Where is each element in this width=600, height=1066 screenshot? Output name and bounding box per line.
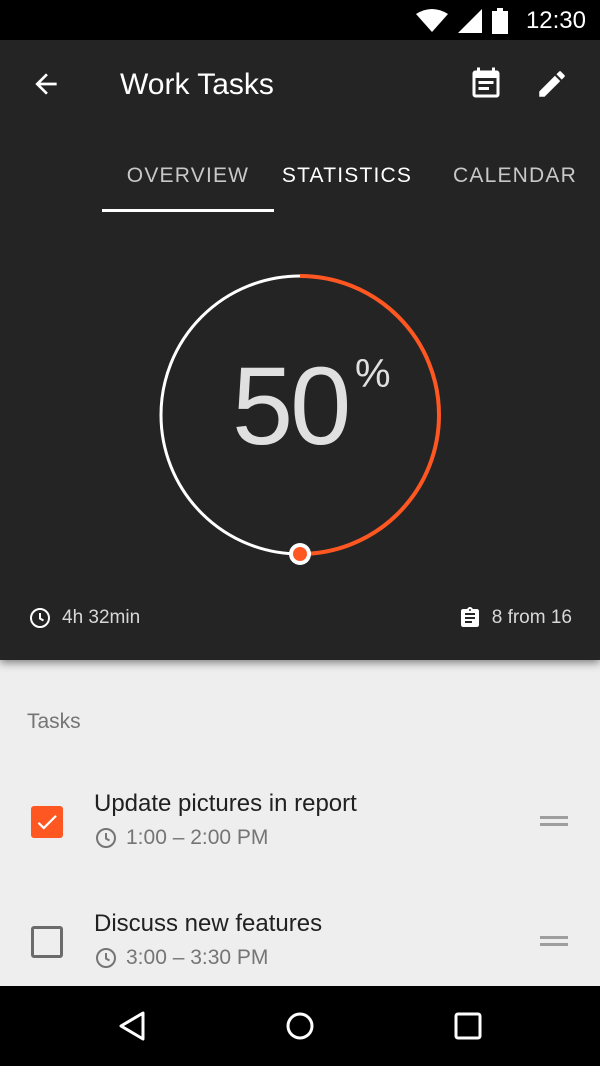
clipboard-icon xyxy=(460,607,479,627)
drag-handle-icon[interactable] xyxy=(540,936,568,950)
task-item[interactable]: Discuss new features 3:00 – 3:30 PM xyxy=(0,902,600,1012)
task-time-value: 1:00 – 2:00 PM xyxy=(126,826,269,849)
tab-overview[interactable]: OVERVIEW xyxy=(102,140,274,212)
task-checkbox-unchecked[interactable] xyxy=(31,926,63,958)
task-title: Discuss new features xyxy=(94,910,323,937)
header: Work Tasks OVERVIEW STATISTICS CALENDAR … xyxy=(0,40,600,660)
drag-handle-icon[interactable] xyxy=(540,816,568,830)
triangle-back-icon xyxy=(119,1011,145,1041)
back-button[interactable] xyxy=(24,62,68,106)
tab-statistics[interactable]: STATISTICS xyxy=(274,140,420,212)
status-bar: 12:30 xyxy=(0,0,600,40)
progress-ring: 50 % xyxy=(150,265,450,565)
progress-value: 50 xyxy=(232,345,351,468)
arrow-back-icon xyxy=(35,73,57,95)
section-title: Tasks xyxy=(27,710,81,733)
checkmark-icon xyxy=(37,815,57,830)
cellular-signal-icon xyxy=(458,9,482,38)
task-time-value: 3:00 – 3:30 PM xyxy=(126,946,269,969)
calendar-button[interactable] xyxy=(464,62,508,106)
time-spent-value: 4h 32min xyxy=(62,607,141,628)
tasks-count: 8 from 16 xyxy=(458,606,572,630)
progress-label: 50 % xyxy=(150,265,450,565)
circle-home-icon xyxy=(286,1012,314,1040)
status-icons xyxy=(416,8,508,39)
status-time: 12:30 xyxy=(525,7,586,34)
task-time: 1:00 – 2:00 PM xyxy=(94,826,268,850)
percent-sign: % xyxy=(355,352,391,396)
task-list-section: Tasks Update pictures in report 1:00 – 2… xyxy=(0,660,600,986)
toolbar: Work Tasks xyxy=(0,40,600,130)
square-recent-icon xyxy=(454,1012,482,1040)
clock-icon xyxy=(30,608,50,628)
tab-calendar[interactable]: CALENDAR xyxy=(440,140,590,212)
task-title: Update pictures in report xyxy=(94,790,357,817)
wifi-icon xyxy=(416,9,448,38)
tasks-count-value: 8 from 16 xyxy=(491,607,572,628)
event-note-icon xyxy=(472,67,500,98)
task-item[interactable]: Update pictures in report 1:00 – 2:00 PM xyxy=(0,782,600,892)
battery-icon xyxy=(492,8,508,39)
edit-button[interactable] xyxy=(530,62,574,106)
tab-indicator xyxy=(102,209,274,212)
time-spent: 4h 32min xyxy=(28,606,140,630)
clock-icon xyxy=(96,828,116,848)
pencil-icon xyxy=(539,71,565,97)
tab-bar: OVERVIEW STATISTICS CALENDAR xyxy=(0,140,600,214)
page-title: Work Tasks xyxy=(120,68,274,101)
task-checkbox-checked[interactable] xyxy=(31,806,63,838)
task-time: 3:00 – 3:30 PM xyxy=(94,946,268,970)
clock-icon xyxy=(96,948,116,968)
